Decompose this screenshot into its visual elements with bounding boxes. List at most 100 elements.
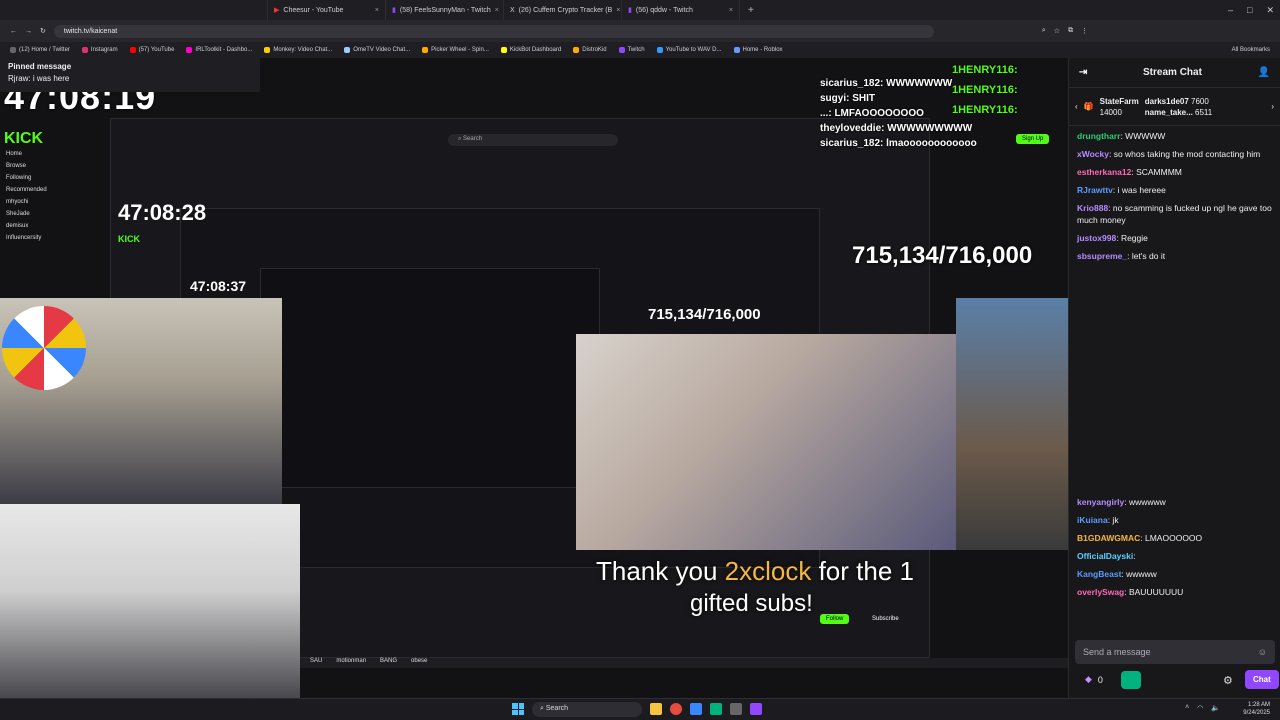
taskbar-search[interactable]: ⌕ Search [532,702,642,717]
windows-start-icon[interactable] [512,703,524,715]
bookmark-item[interactable]: Picker Wheel - Spin... [422,47,489,53]
sidebar-channel: demisux [6,223,29,229]
overlay-chat-line: sicarius_182: lmaoooooooooooo [820,138,977,149]
forward-icon[interactable]: → [25,28,32,35]
rewards-button[interactable] [1121,671,1141,689]
chevron-right-icon[interactable]: › [1271,102,1274,111]
bookmark-item[interactable]: DistroKid [573,47,607,53]
star-icon[interactable]: ☆ [1054,27,1060,35]
stream-chat: ⇥ Stream Chat 👤 ‹ 🎁 StateFarm 14000 dark… [1068,58,1280,698]
collapse-icon[interactable]: ⇥ [1079,67,1087,78]
tab-twitch-2[interactable]: ▮ (56) qddw - Twitch × [622,0,740,20]
back-icon[interactable]: ← [10,28,17,35]
new-tab-button[interactable]: + [740,5,762,16]
browser-tab-bar: ▶ Cheesur - YouTube × ▮ (58) FeelsSunnyMan … [0,0,1280,20]
window-controls: – □ ✕ [1228,0,1274,20]
overlay-chat-line: sugyi: SHIT [820,93,876,104]
video-clip [576,334,956,550]
bookmark-item[interactable]: (57) YouTube [129,47,174,53]
subscribe-button: Subscribe [872,616,899,622]
sub-counter: 715,134/716,000 [852,242,1033,269]
bookmark-item[interactable]: Monkey: Video Chat... [264,47,332,53]
chevron-left-icon[interactable]: ‹ [1075,102,1078,111]
chevron-up-icon[interactable]: ˄ [1185,704,1189,712]
nested-search: ⌕ Search [448,134,618,146]
windows-taskbar: ⌕ Search ˄ ◠ 🔈 1:28 AM 9/24/2025 [0,698,1280,720]
bookmark-item[interactable]: Home - Roblox [733,47,783,53]
bookmark-item[interactable]: YouTube to WAV D... [656,47,722,53]
bookmark-item[interactable]: OmeTV Video Chat... [344,47,410,53]
bookmark-item[interactable]: Instagram [81,47,118,53]
chat-input[interactable]: Send a message ☺ [1075,640,1275,664]
close-icon[interactable]: × [495,7,499,14]
twitch-icon: ▮ [392,7,396,14]
bookmark-item[interactable]: (12) Home / Twitter [10,47,70,53]
wifi-icon[interactable]: ◠ [1197,704,1203,712]
webcam-face [0,504,300,698]
address-bar-row: ← → ↻ twitch.tv/kaicenat ⌕ ☆ ⧉ ⋮ [0,20,1280,42]
reload-icon[interactable]: ↻ [40,27,46,35]
chat-message: sbsupreme_: let's do it [1077,251,1166,261]
sidebar-channel: Influencersity [6,235,42,241]
app-icon[interactable] [750,703,762,715]
file-explorer-icon[interactable] [650,703,662,715]
channel-points[interactable]: ◆ 0 [1085,674,1103,685]
taskbar-clock[interactable]: 1:28 AM 9/24/2025 [1243,701,1270,717]
sub-alert: Thank you 2xclock for the 1 [596,556,914,586]
chat-message: justox998: Reggie [1077,233,1148,243]
taskbar-apps [650,703,762,715]
zoom-icon[interactable]: ⌕ [1042,27,1046,35]
overlay-chat-line: theyloveddie: WWWWWWWWW [820,123,973,134]
app-icon[interactable] [710,703,722,715]
x-icon: X [510,6,515,14]
minimize-icon[interactable]: – [1228,5,1233,15]
timer-overlay-nested: 47:08:28 [118,200,207,225]
extensions-icon[interactable]: ⧉ [1068,27,1073,35]
pinned-text: Rjraw: i was here [8,74,70,83]
chat-messages-lower: kenyangirly: wwwwww iKuiana: jk B1GDAWGM… [1069,492,1280,608]
chrome-icon[interactable] [670,703,682,715]
chat-message: xWocky: so whos taking the mod contactin… [1077,149,1261,159]
chat-message: kenyangirly: wwwwww [1077,497,1166,507]
chat-message: iKuiana: jk [1077,515,1119,525]
chat-send-button[interactable]: Chat [1245,670,1279,689]
pinned-message: Pinned message Rjraw: i was here [0,58,260,92]
app-icon[interactable] [690,703,702,715]
chat-message: KangBeast: wwwww [1077,569,1157,579]
all-bookmarks[interactable]: All Bookmarks [1232,47,1270,53]
sidebar-channel: mhyochi [6,199,29,205]
chat-title: Stream Chat [1143,67,1202,78]
bookmark-item[interactable]: IRLToolkit - Dashbo... [186,47,252,53]
close-icon[interactable]: × [729,7,733,14]
users-icon[interactable]: 👤 [1258,67,1270,78]
close-icon[interactable]: × [375,7,379,14]
close-window-icon[interactable]: ✕ [1266,5,1274,16]
app-icon[interactable] [730,703,742,715]
sub-alert-line2: gifted subs! [690,590,813,617]
system-tray: ˄ ◠ 🔈 [1185,704,1220,712]
overlay-chat-line: sicarius_182: WWWWWWW [820,78,953,89]
chat-messages: drungtharr: WWWWW xWocky: so whos taking… [1069,126,1280,272]
tab-crypto[interactable]: X (26) Cuffem Crypto Tracker (B × [504,0,622,20]
sidebar-heading: Recommended [6,187,47,193]
volume-icon[interactable]: 🔈 [1211,704,1220,712]
tab-twitch-1[interactable]: ▮ (58) FeelsSunnyMan - Twitch × [386,0,504,20]
tab-pinned[interactable] [0,0,268,20]
tab-youtube[interactable]: ▶ Cheesur - YouTube × [268,0,386,20]
timer-overlay-nested: 47:08:37 [190,278,247,294]
kick-logo: KICK [4,130,44,147]
nested-sidebar: Home Browse Following Recommended mhyoch… [0,148,110,244]
stream-video[interactable]: KICK KICK Home Browse Following Recommen… [0,58,1068,698]
kick-logo-small: KICK [118,234,140,244]
webcam-right [956,298,1068,550]
emote-icon[interactable]: ☺ [1258,647,1267,657]
menu-icon[interactable]: ⋮ [1081,27,1088,35]
screen: ▶ Cheesur - YouTube × ▮ (58) FeelsSunnyMan … [0,0,1280,720]
chat-message: Krio888: no scamming is fucked up ngl he… [1077,203,1272,225]
url-field[interactable]: twitch.tv/kaicenat [53,24,934,38]
close-icon[interactable]: × [616,7,620,14]
maximize-icon[interactable]: □ [1247,5,1252,15]
bookmark-item[interactable]: Twitch [618,47,645,53]
bookmark-item[interactable]: KickBot Dashboard [500,47,561,53]
gear-icon[interactable]: ⚙ [1223,674,1233,687]
